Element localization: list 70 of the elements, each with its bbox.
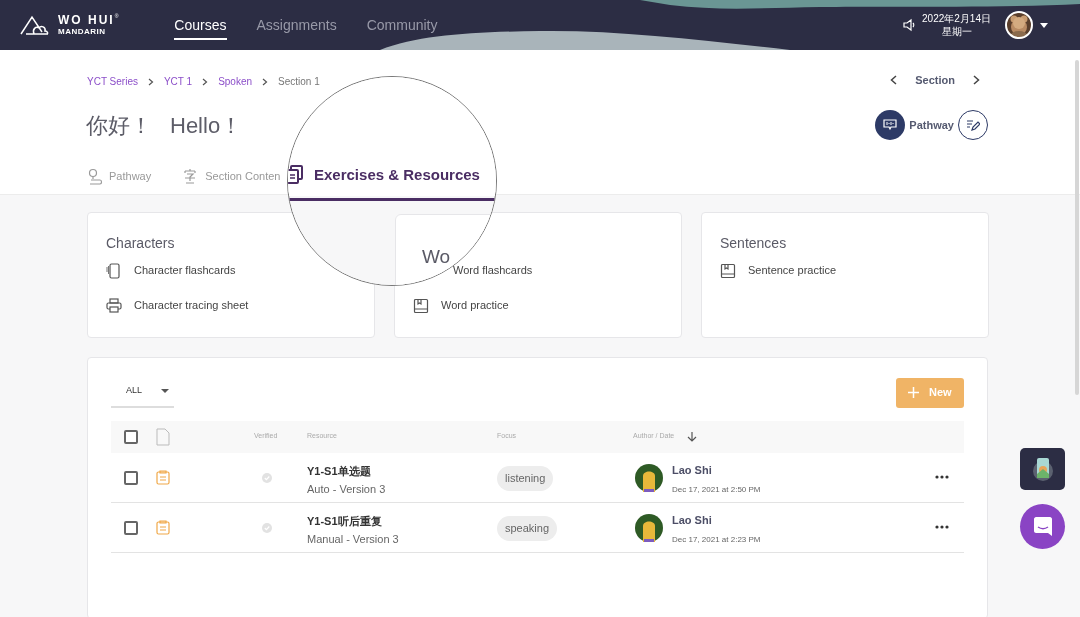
section-label: Section [915,73,955,88]
clipboard-icon [156,520,170,535]
check-circle-icon [262,523,272,533]
resource-subtitle: Manual - Version 3 [307,532,399,547]
author-date: Dec 17, 2021 at 2:50 PM [672,484,761,496]
author-date: Dec 17, 2021 at 2:23 PM [672,534,761,546]
pathway-button[interactable] [875,110,906,140]
speaker-icon[interactable] [902,18,917,32]
resource-link[interactable]: Character flashcards [134,262,236,279]
tab[interactable]: Exercises & Resources [288,164,480,187]
title-english: Hello！ [170,112,243,140]
author-name: Lao Shi [672,463,712,478]
breadcrumb-link[interactable]: Spoken [218,74,253,89]
resource-title: Y1-S1单选题 [307,464,371,479]
checkbox[interactable] [124,471,138,485]
edit-icon [966,118,980,132]
pathway-label: Pathway [909,117,954,133]
scrollbar-thumb[interactable] [1075,60,1079,395]
brand-name: WO HUI [58,14,115,26]
card-title: Characters [106,235,175,251]
filter-dropdown[interactable]: ALL [111,376,174,408]
mountain-logo-icon [20,15,50,35]
flashcard-icon [106,262,122,279]
document-icon [156,428,170,446]
more-icon[interactable] [935,475,949,479]
chevron-right-icon[interactable] [973,75,980,86]
resource-link[interactable]: Sentence practice [748,262,837,279]
resource-link[interactable]: Character tracing sheet [134,297,249,314]
chevron-right-icon [147,77,154,86]
card-title: Sentences [720,235,787,251]
focus-tag: listening [497,466,554,491]
book-icon [413,297,429,314]
chevron-right-icon [202,77,209,86]
resource-link[interactable]: Word practice [441,297,509,314]
card-title: Wo [422,245,451,269]
caret-icon[interactable] [1040,22,1048,28]
resource-title: Y1-S1听后重复 [307,514,382,529]
widget-button[interactable] [1020,448,1065,490]
speech-bubble-icon [883,119,898,131]
chat-button[interactable] [1020,504,1065,549]
sort-down-icon[interactable] [687,432,697,442]
avatar-icon [635,464,663,492]
breadcrumb-link[interactable]: YCT Series [87,74,138,89]
location-pin-icon [87,168,103,185]
resource-subtitle: Auto - Version 3 [307,482,386,497]
brand-subtitle: MANDARIN [58,28,107,36]
author-name: Lao Shi [672,513,712,528]
caret-icon [161,389,169,393]
breadcrumb-link[interactable]: YCT 1 [163,74,193,89]
focus-tag: speaking [497,516,558,541]
checkbox[interactable] [124,430,138,444]
title-chinese: 你好！ [86,112,152,140]
resource-link[interactable]: Word flashcards [453,262,533,279]
nav-link[interactable]: Assignments [256,14,337,38]
chevron-right-icon [262,77,269,86]
more-icon[interactable] [935,525,949,529]
checkbox[interactable] [124,521,138,535]
avatar-icon [635,514,663,542]
breadcrumb-current: Section 1 [278,75,320,89]
printer-icon [106,297,122,314]
weekday-text: 星期一 [941,25,972,38]
plus-icon [908,387,919,398]
book-icon [720,262,736,279]
nav-link[interactable]: Community [366,14,438,38]
chevron-left-icon[interactable] [890,75,898,86]
clipboard-icon [156,470,170,485]
nav-link[interactable]: Courses [174,14,227,40]
date-text: 2022年2月14日 [922,12,991,25]
chat-icon [1032,516,1053,537]
check-circle-icon [262,473,272,483]
